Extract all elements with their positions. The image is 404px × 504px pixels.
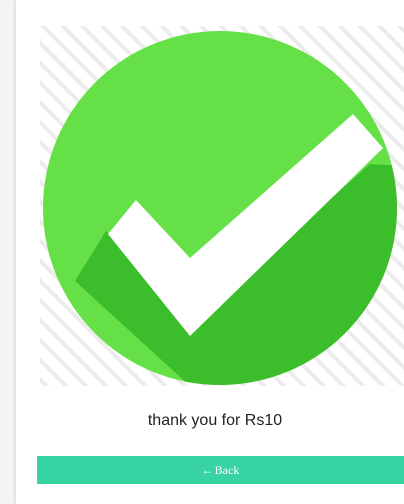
success-illustration xyxy=(40,26,404,386)
back-button[interactable]: ←Back xyxy=(37,456,404,484)
back-arrow-icon: ← xyxy=(201,463,214,477)
back-button-label: Back xyxy=(214,463,240,477)
check-mark-icon xyxy=(40,26,404,386)
thank-you-message: thank you for Rs10 xyxy=(147,412,283,429)
confirmation-card: thank you for Rs10 ←Back xyxy=(16,0,404,504)
